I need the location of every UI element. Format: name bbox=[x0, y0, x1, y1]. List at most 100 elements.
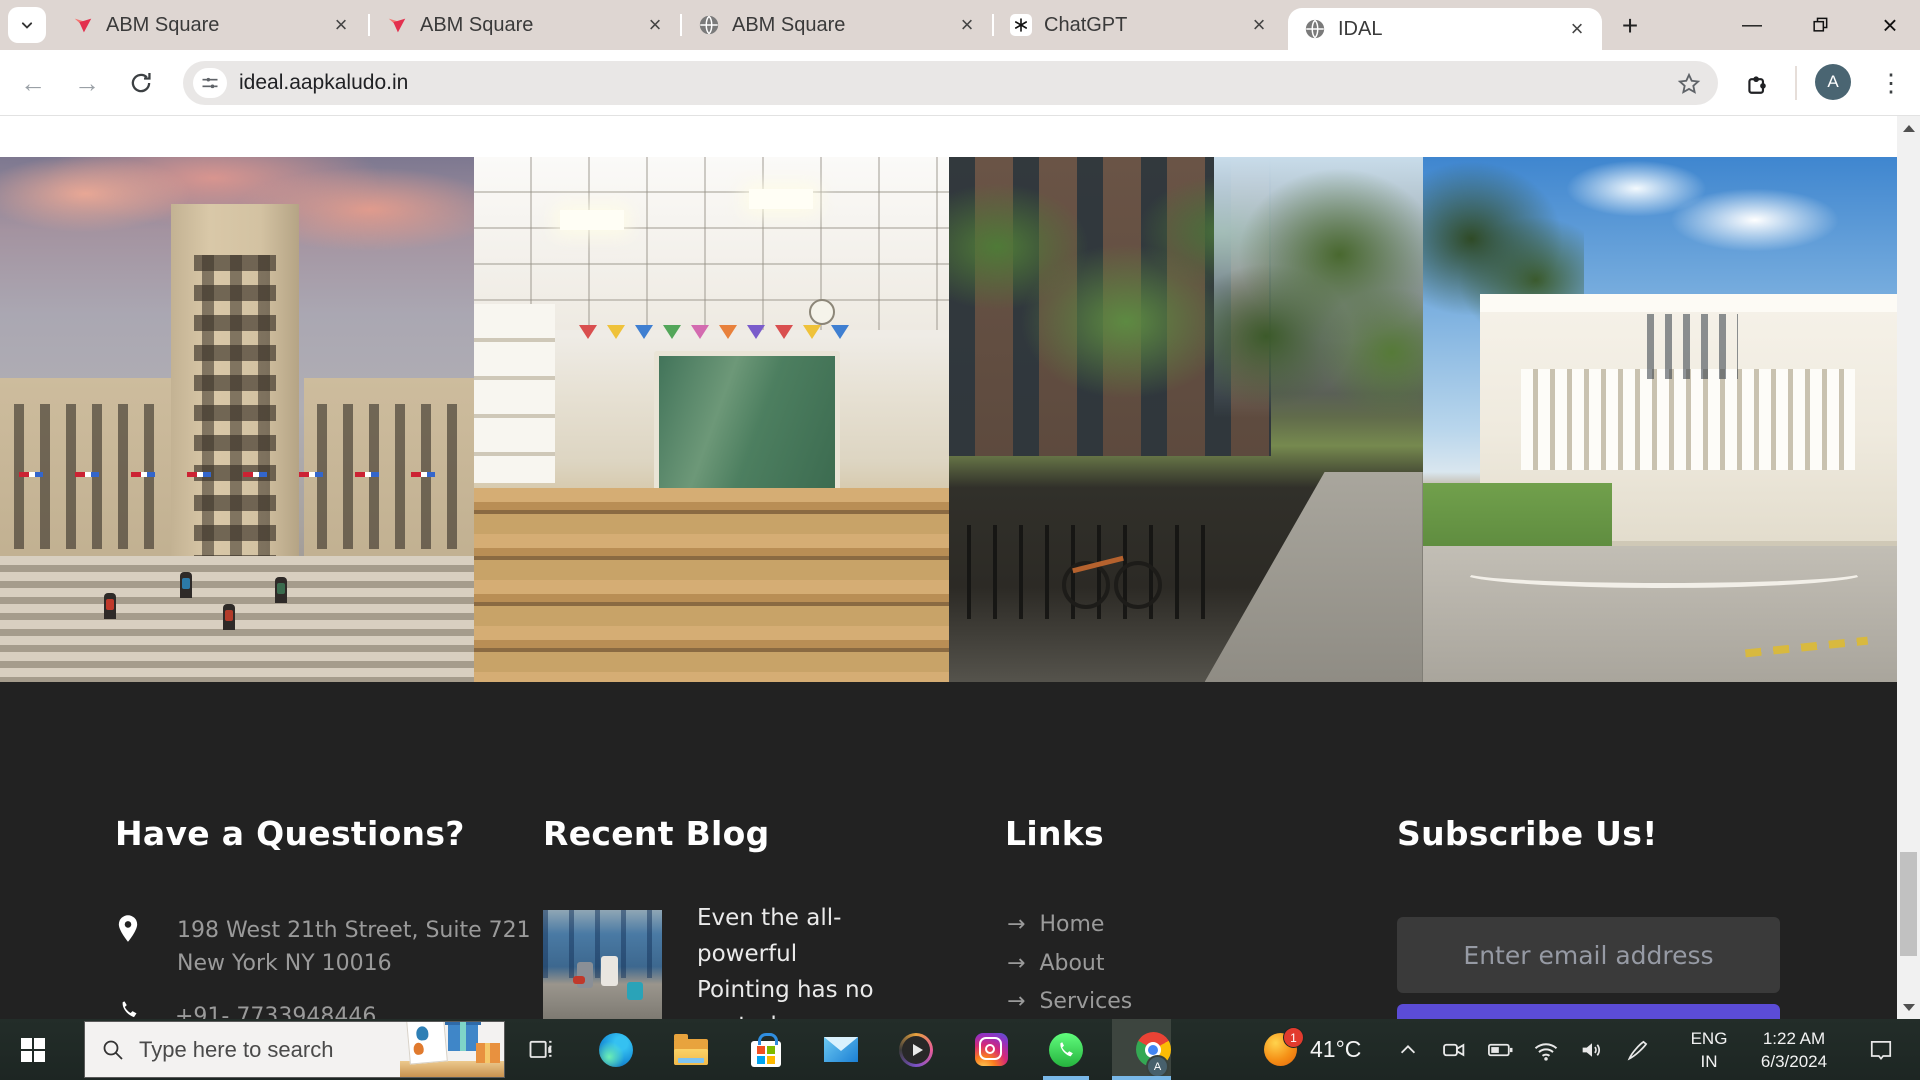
hidden-icons-button[interactable] bbox=[1386, 1019, 1430, 1080]
student-figure bbox=[601, 956, 618, 986]
tab-close-icon[interactable]: × bbox=[1562, 14, 1592, 44]
curved-curb bbox=[1461, 557, 1867, 588]
tab-chatgpt[interactable]: ChatGPT × bbox=[994, 0, 1284, 50]
footer-link-services[interactable]: → Services bbox=[1007, 985, 1132, 1018]
address-row: 198 West 21th Street, Suite 721 New York… bbox=[117, 914, 531, 980]
tab-close-icon[interactable]: × bbox=[952, 10, 982, 40]
language-line1: ENG bbox=[1686, 1027, 1732, 1050]
reload-icon bbox=[128, 70, 154, 96]
window-minimize-button[interactable]: — bbox=[1724, 0, 1780, 50]
wifi-icon[interactable] bbox=[1524, 1019, 1568, 1080]
photo-ivy-building bbox=[949, 157, 1423, 682]
doodle-gift-orange bbox=[476, 1043, 500, 1063]
site-settings-icon[interactable] bbox=[193, 68, 227, 98]
microsoft-store-app-icon[interactable] bbox=[737, 1019, 795, 1080]
tab-title: ABM Square bbox=[732, 14, 952, 37]
footer-link-label[interactable]: About bbox=[1039, 947, 1104, 980]
triangle-down-icon bbox=[1903, 1004, 1915, 1011]
tab-close-icon[interactable]: × bbox=[1244, 10, 1274, 40]
mail-app-icon[interactable] bbox=[812, 1019, 870, 1080]
contact-heading: Have a Questions? bbox=[115, 814, 465, 853]
footer-link-about[interactable]: → About bbox=[1007, 947, 1104, 980]
url-text[interactable]: ideal.aapkaludo.in bbox=[239, 71, 408, 95]
tab-title: ABM Square bbox=[106, 14, 326, 37]
site-footer: Have a Questions? 198 West 21th Street, … bbox=[0, 682, 1897, 1019]
file-explorer-app-icon[interactable] bbox=[662, 1019, 720, 1080]
windows-taskbar: A 1 41°C ENG IN 1:22 AM bbox=[0, 1019, 1920, 1080]
meet-now-camera-icon[interactable] bbox=[1432, 1019, 1476, 1080]
bicycle-wheel bbox=[1114, 561, 1162, 609]
photo-white-campus-building bbox=[1423, 157, 1897, 682]
search-doodle bbox=[400, 1022, 504, 1077]
volume-icon[interactable] bbox=[1570, 1019, 1614, 1080]
search-input[interactable] bbox=[137, 1036, 381, 1064]
browser-menu-button[interactable]: ⋮ bbox=[1872, 64, 1910, 102]
subscribe-heading: Subscribe Us! bbox=[1397, 814, 1658, 853]
back-button[interactable]: ← bbox=[12, 62, 54, 104]
task-view-button[interactable] bbox=[512, 1019, 570, 1080]
start-button[interactable] bbox=[0, 1019, 66, 1080]
language-indicator[interactable]: ENG IN bbox=[1686, 1027, 1732, 1073]
scrollbar-up-button[interactable] bbox=[1897, 116, 1920, 140]
taskbar-search[interactable] bbox=[84, 1021, 505, 1078]
footer-link-label[interactable]: Home bbox=[1039, 908, 1104, 941]
footer-link-home[interactable]: → Home bbox=[1007, 908, 1104, 941]
address-line-1: 198 West 21th Street, Suite 721 bbox=[177, 914, 531, 947]
extensions-puzzle-icon[interactable] bbox=[1738, 64, 1776, 102]
address-bar[interactable]: ideal.aapkaludo.in bbox=[183, 61, 1718, 105]
profile-avatar[interactable]: A bbox=[1815, 64, 1851, 100]
tab-search-button[interactable] bbox=[8, 7, 46, 43]
taskbar-clock[interactable]: 1:22 AM 6/3/2024 bbox=[1748, 1027, 1840, 1073]
flag-row bbox=[19, 472, 455, 477]
tab-abm-square-2[interactable]: ABM Square × bbox=[370, 0, 680, 50]
window-restore-button[interactable] bbox=[1792, 0, 1848, 50]
footer-link-label[interactable]: Services bbox=[1039, 985, 1132, 1018]
notification-badge: 1 bbox=[1283, 1027, 1304, 1048]
tab-close-icon[interactable]: × bbox=[326, 10, 356, 40]
ceiling-light bbox=[560, 210, 624, 230]
blog-post-thumbnail[interactable] bbox=[543, 910, 662, 1019]
triangle-up-icon bbox=[1903, 125, 1915, 132]
scrollbar-thumb[interactable] bbox=[1900, 852, 1917, 956]
scrollbar-down-button[interactable] bbox=[1897, 995, 1920, 1019]
clock-date: 6/3/2024 bbox=[1748, 1050, 1840, 1073]
tab-close-icon[interactable]: × bbox=[640, 10, 670, 40]
classroom-window bbox=[474, 304, 555, 483]
chevron-down-icon bbox=[17, 15, 37, 35]
tab-title: ABM Square bbox=[420, 14, 640, 37]
language-line2: IN bbox=[1686, 1050, 1732, 1073]
pen-icon[interactable] bbox=[1616, 1019, 1660, 1080]
doodle-card bbox=[406, 1022, 448, 1065]
handprint-orange bbox=[413, 1042, 424, 1055]
edge-app-icon[interactable] bbox=[587, 1019, 645, 1080]
weather-temperature[interactable]: 41°C bbox=[1310, 1036, 1361, 1063]
tab-idal-active[interactable]: IDAL × bbox=[1288, 8, 1602, 50]
photo-campus-entrance-sunset bbox=[0, 157, 474, 682]
instagram-app-icon[interactable] bbox=[962, 1019, 1020, 1080]
weather-widget-icon[interactable]: 1 bbox=[1264, 1033, 1297, 1066]
walkway bbox=[1205, 472, 1423, 682]
desk-rows bbox=[474, 488, 948, 682]
chrome-app-active[interactable]: A bbox=[1112, 1019, 1171, 1080]
battery-icon[interactable] bbox=[1478, 1019, 1522, 1080]
reload-button[interactable] bbox=[120, 62, 162, 104]
windows-logo-icon bbox=[21, 1038, 45, 1062]
student-figure bbox=[180, 572, 192, 598]
email-input[interactable] bbox=[1397, 917, 1780, 993]
whatsapp-app-icon[interactable] bbox=[1037, 1019, 1095, 1080]
tab-abm-square-1[interactable]: ABM Square × bbox=[56, 0, 366, 50]
action-center-button[interactable] bbox=[1856, 1019, 1906, 1080]
movies-tv-app-icon[interactable] bbox=[887, 1019, 945, 1080]
forward-button[interactable]: → bbox=[66, 62, 108, 104]
page-scrollbar[interactable] bbox=[1897, 116, 1920, 1019]
browser-toolbar: ← → ideal.aapkaludo.in A ⋮ bbox=[0, 50, 1920, 116]
window-close-button[interactable]: × bbox=[1860, 0, 1920, 50]
student-figure bbox=[275, 577, 287, 603]
campus-trees bbox=[1214, 157, 1423, 483]
doodle-gift-blue bbox=[448, 1025, 478, 1051]
student-figure bbox=[577, 962, 593, 988]
bookmark-star-icon[interactable] bbox=[1674, 69, 1704, 99]
new-tab-button[interactable]: + bbox=[1612, 9, 1648, 43]
tab-abm-square-3[interactable]: ABM Square × bbox=[682, 0, 992, 50]
running-indicator bbox=[1112, 1076, 1171, 1080]
